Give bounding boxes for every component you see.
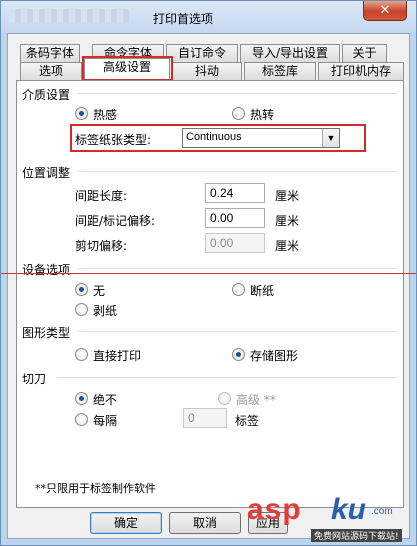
- close-button[interactable]: ✕: [363, 1, 407, 21]
- ok-button[interactable]: 确定: [90, 512, 162, 534]
- title-bar[interactable]: 打印首选项 ✕: [1, 1, 416, 33]
- tab-label: 抖动: [194, 64, 219, 78]
- tab-import-export[interactable]: 导入/导出设置: [240, 44, 340, 62]
- radio-device-tear-off[interactable]: [232, 283, 245, 296]
- radio-graphics-direct[interactable]: [75, 348, 88, 361]
- radio-cutter-every-label: 每隔: [93, 414, 118, 428]
- cancel-button-label: 取消: [192, 516, 217, 530]
- radio-cutter-advanced[interactable]: [218, 392, 231, 405]
- divider: [77, 268, 397, 269]
- device-group-label: 设备选项: [22, 261, 75, 278]
- position-group-label: 位置调整: [22, 164, 75, 181]
- watermark-ku: ku: [331, 493, 367, 526]
- tab-label: 打印机内存: [330, 64, 391, 78]
- dialog-client-area: 条码字体 命令字体 自订命令 导入/导出设置 关于 选项 高级设置 抖动 标签库…: [7, 33, 410, 539]
- radio-cutter-never-label: 绝不: [93, 393, 118, 407]
- divider: [77, 171, 397, 172]
- cutter-every-input[interactable]: [183, 408, 227, 428]
- radio-device-tear-off-label: 断纸: [250, 284, 275, 298]
- gap-mark-offset-unit: 厘米: [275, 214, 300, 228]
- tab-label: 选项: [38, 64, 63, 78]
- tab-label: 关于: [352, 46, 377, 60]
- tab-label: 高级设置: [102, 60, 151, 74]
- radio-thermal-label: 热感: [93, 108, 118, 122]
- annotation-red-line: [1, 273, 416, 274]
- tab-options[interactable]: 选项: [20, 62, 82, 80]
- graphics-group-label: 图形类型: [22, 324, 75, 341]
- label-type-value: Continuous: [186, 131, 242, 143]
- radio-device-none[interactable]: [75, 283, 88, 296]
- radio-cutter-advanced-label: 高级 **: [236, 393, 276, 407]
- gap-length-unit: 厘米: [275, 189, 300, 203]
- tab-label: 导入/导出设置: [251, 46, 329, 60]
- divider: [77, 331, 397, 332]
- radio-thermal[interactable]: [75, 107, 88, 120]
- watermark-com: .com: [371, 506, 393, 517]
- tab-label: 自订命令: [177, 46, 226, 60]
- tab-barcode-fonts[interactable]: 条码字体: [20, 44, 80, 62]
- radio-device-peel-label: 剥纸: [93, 304, 118, 318]
- radio-graphics-direct-label: 直接打印: [93, 349, 142, 363]
- ok-button-label: 确定: [113, 516, 138, 530]
- footnote: **只限用于标签制作软件: [35, 482, 156, 495]
- gap-mark-offset-label: 间距/标记偏移:: [75, 214, 156, 228]
- radio-cutter-never[interactable]: [75, 392, 88, 405]
- radio-thermal-transfer[interactable]: [232, 107, 245, 120]
- tab-dithering[interactable]: 抖动: [172, 62, 242, 80]
- gap-length-label: 间距长度:: [75, 189, 128, 203]
- cut-offset-label: 剪切偏移:: [75, 239, 128, 253]
- radio-graphics-stored-label: 存储图形: [250, 349, 299, 363]
- tab-label: 标签库: [261, 64, 298, 78]
- tab-advanced-settings[interactable]: 高级设置: [84, 58, 170, 79]
- tab-label: 条码字体: [25, 46, 74, 60]
- print-preferences-window: 打印首选项 ✕ 条码字体 命令字体 自订命令 导入/导出设置 关于 选项 高级设…: [0, 0, 417, 546]
- media-group-label: 介质设置: [22, 86, 75, 103]
- label-type-label: 标签纸张类型:: [75, 133, 152, 147]
- window-title: 打印首选项: [153, 12, 214, 26]
- cut-offset-unit: 厘米: [275, 239, 300, 253]
- cut-offset-input[interactable]: [205, 233, 265, 253]
- radio-device-peel[interactable]: [75, 303, 88, 316]
- tab-printer-memory[interactable]: 打印机内存: [318, 62, 404, 80]
- watermark-subtitle: 免费网站源码下载站!: [311, 529, 402, 542]
- advanced-settings-panel: 介质设置 热感 热转 标签纸张类型: Continuous ▼ 位置调整 间距长…: [16, 80, 404, 508]
- divider: [57, 377, 397, 378]
- radio-cutter-every[interactable]: [75, 413, 88, 426]
- tab-about[interactable]: 关于: [342, 44, 387, 62]
- chevron-down-icon[interactable]: ▼: [322, 129, 339, 147]
- label-type-select[interactable]: Continuous ▼: [182, 128, 340, 148]
- watermark-asp: asp: [247, 493, 302, 526]
- tab-custom-commands[interactable]: 自订命令: [166, 44, 238, 62]
- radio-device-none-label: 无: [93, 284, 106, 298]
- tab-label-stock[interactable]: 标签库: [244, 62, 316, 80]
- divider: [77, 93, 397, 94]
- gap-length-input[interactable]: [205, 183, 265, 203]
- blurred-app-name: [9, 9, 129, 23]
- radio-thermal-transfer-label: 热转: [250, 108, 275, 122]
- close-icon: ✕: [379, 3, 391, 18]
- cutter-group-label: 切刀: [22, 370, 51, 387]
- cutter-every-unit: 标签: [235, 414, 260, 428]
- cancel-button[interactable]: 取消: [169, 512, 241, 534]
- gap-mark-offset-input[interactable]: [205, 208, 265, 228]
- radio-graphics-stored[interactable]: [232, 348, 245, 361]
